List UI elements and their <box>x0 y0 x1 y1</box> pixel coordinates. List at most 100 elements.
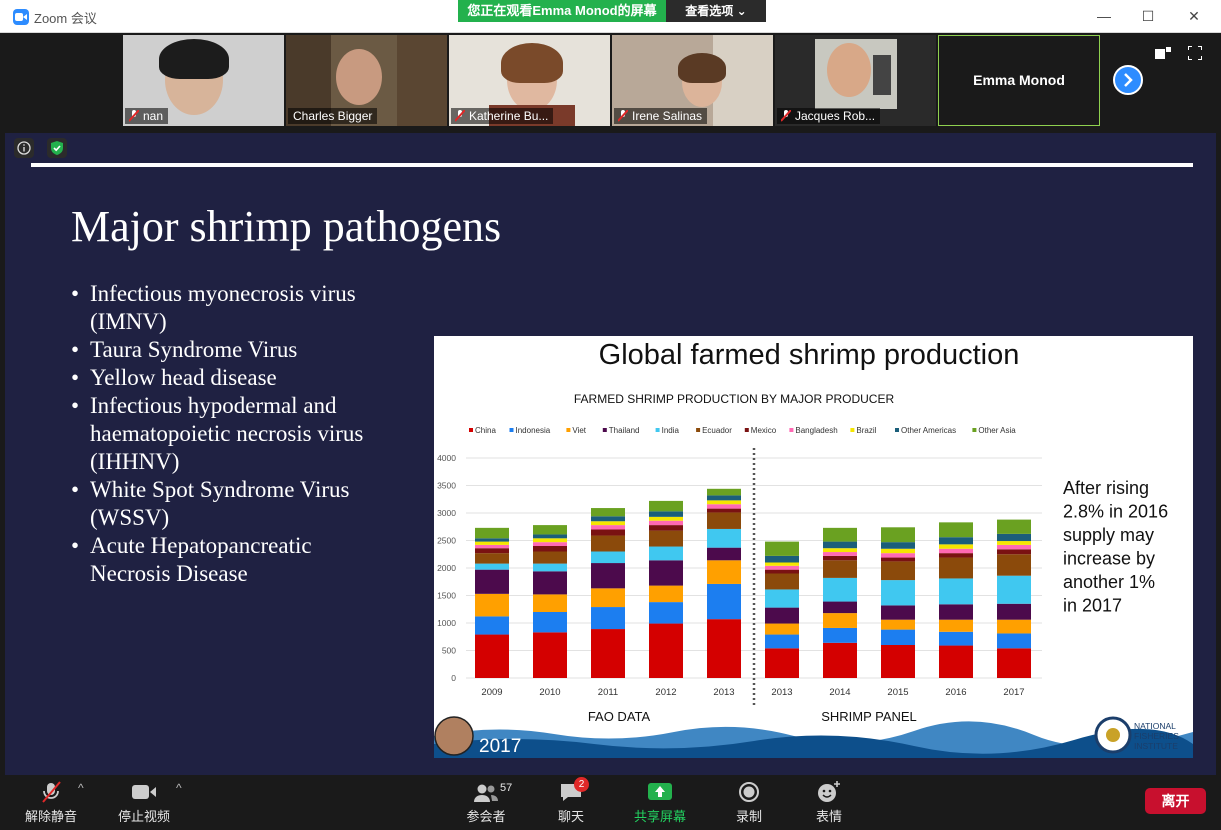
chart-annotation: After rising 2.8% in 2016 supply may increa… <box>1063 478 1168 616</box>
bar-segment <box>533 594 567 612</box>
participant-tile[interactable]: Jacques Rob... <box>775 35 936 126</box>
group-label-fao: FAO DATA <box>588 709 651 724</box>
bar-segment <box>591 529 625 536</box>
bar-segment <box>939 631 973 646</box>
legend-swatch <box>696 428 701 432</box>
bar-segment <box>881 645 915 678</box>
participant-video <box>827 43 871 97</box>
bar-segment <box>649 516 683 521</box>
bar-segment <box>533 563 567 572</box>
participant-name: Katherine Bu... <box>469 109 549 123</box>
smiley-reaction-icon <box>818 781 840 802</box>
y-tick-label: 3000 <box>437 508 456 518</box>
legend-swatch <box>850 428 855 432</box>
bar-segment <box>939 553 973 558</box>
bar-segment <box>707 619 741 678</box>
reactions-button[interactable]: 表情 <box>806 775 852 830</box>
y-tick-label: 4000 <box>437 453 456 463</box>
bar-segment <box>533 546 567 552</box>
bar-segment <box>591 588 625 608</box>
close-window-button[interactable]: ✕ <box>1184 6 1204 26</box>
bar-segment <box>881 561 915 581</box>
nfi-logo-line-1: NATIONAL <box>1134 721 1176 731</box>
minimize-button[interactable]: — <box>1094 6 1114 26</box>
leave-meeting-button[interactable]: 离开 <box>1145 788 1206 814</box>
bar-segment <box>823 642 857 678</box>
bar-segment <box>939 548 973 554</box>
slide-title: Major shrimp pathogens <box>71 202 502 251</box>
meeting-info-icon[interactable] <box>14 138 34 158</box>
bar-segment <box>707 500 741 505</box>
nfi-logo-icon <box>1094 716 1132 754</box>
legend-label: Thailand <box>609 426 640 435</box>
bar-segment <box>707 504 741 509</box>
bar-segment <box>765 589 799 608</box>
next-page-button[interactable] <box>1113 65 1143 95</box>
chevron-up-icon[interactable]: ^ <box>78 781 84 795</box>
view-options-button[interactable]: 查看选项 ⌄ <box>666 0 766 22</box>
share-screen-button[interactable]: 共享屏幕 <box>628 775 692 830</box>
record-button[interactable]: 录制 <box>726 775 772 830</box>
bar-segment <box>881 619 915 630</box>
mic-muted-icon <box>42 781 61 803</box>
bar-segment <box>823 555 857 561</box>
gallery-view-icon[interactable] <box>1155 47 1171 59</box>
bar-segment <box>649 530 683 547</box>
bar-segment <box>591 525 625 530</box>
list-item: Yellow head disease <box>71 364 371 392</box>
chart-legend: China Indonesia Viet Thailand India Ecuador Me… <box>469 426 1016 435</box>
bar-segment <box>649 520 683 526</box>
stop-video-button[interactable]: 停止视频 <box>112 775 176 830</box>
bar-segment <box>533 525 567 535</box>
participant-tile[interactable]: Charles Bigger <box>286 35 447 126</box>
mic-muted-icon <box>781 110 791 122</box>
participant-name: Irene Salinas <box>632 109 703 123</box>
meeting-toolbar: 解除静音 ^ 停止视频 ^ 参会者 57 聊天 2 共享屏幕 录制 表情 离开 <box>0 775 1221 830</box>
legend-label: Indonesia <box>516 426 551 435</box>
x-tick-label: 2009 <box>481 687 502 698</box>
annotation-line: in 2017 <box>1063 596 1122 616</box>
x-tick-label: 2013 <box>771 687 792 698</box>
participant-tile[interactable]: Katherine Bu... <box>449 35 610 126</box>
bar-segment <box>997 544 1031 550</box>
bar-segment <box>939 604 973 620</box>
bar-segment <box>881 605 915 620</box>
participant-tile[interactable]: Irene Salinas <box>612 35 773 126</box>
bar-segment <box>997 603 1031 620</box>
bar-segment <box>881 548 915 554</box>
mic-muted-icon <box>129 110 139 122</box>
bar-segment <box>591 521 625 526</box>
bar-segment <box>707 512 741 529</box>
fullscreen-icon[interactable] <box>1188 46 1202 60</box>
bar-segment <box>997 554 1031 576</box>
water-wave-graphic <box>434 721 1193 758</box>
y-tick-label: 0 <box>451 673 456 683</box>
bar-segment <box>939 522 973 538</box>
y-tick-label: 2500 <box>437 536 456 546</box>
maximize-button[interactable]: ☐ <box>1138 6 1158 26</box>
chevron-up-icon[interactable]: ^ <box>176 781 182 795</box>
slide-divider <box>31 163 1193 167</box>
unmute-button[interactable]: 解除静音 <box>20 775 82 830</box>
encryption-shield-icon[interactable] <box>47 138 67 158</box>
bar-segment <box>533 534 567 539</box>
participant-hair <box>159 39 229 79</box>
bar-segment <box>939 544 973 549</box>
bar-segment <box>475 553 509 564</box>
x-tick-label: 2017 <box>1003 687 1024 698</box>
microscope <box>873 55 891 95</box>
bar-segment <box>475 634 509 678</box>
bar-segment <box>533 538 567 543</box>
zoom-logo-icon <box>13 9 29 25</box>
legend-swatch <box>602 428 607 432</box>
participant-tile[interactable]: nan <box>123 35 284 126</box>
active-speaker-tile[interactable]: Emma Monod <box>938 35 1100 126</box>
chart-canvas: Global farmed shrimp production FARMED S… <box>434 339 1193 758</box>
bar-segment <box>591 563 625 589</box>
bar-segment <box>649 623 683 678</box>
window-blinds <box>713 35 773 126</box>
bar-segment <box>881 580 915 606</box>
bar-segment <box>765 607 799 624</box>
chevron-right-icon <box>1124 73 1133 87</box>
bar-segment <box>591 607 625 630</box>
